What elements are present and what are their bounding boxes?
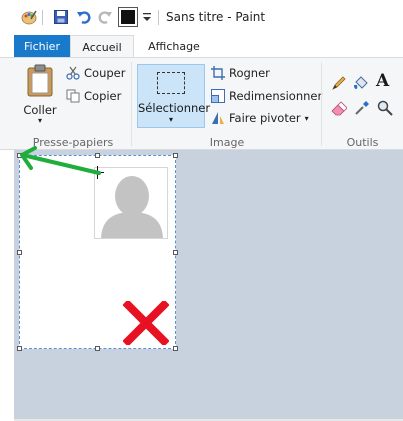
ribbon-separator [321,62,322,146]
rotate-label: Faire pivoter [229,111,301,125]
quick-access-separator [42,10,43,25]
rotate-button[interactable]: Faire pivoter ▾ [211,111,309,125]
customize-dropdown-icon[interactable] [141,8,153,26]
scissors-icon [66,66,80,80]
crop-label: Rogner [229,66,270,80]
clipboard-icon [27,64,53,97]
select-label: Sélectionner [138,101,211,115]
undo-icon[interactable] [75,8,93,26]
ribbon-tabs: Fichier Accueil Affichage [0,35,403,59]
paste-label: Coller [23,103,57,117]
fill-icon[interactable] [353,75,369,91]
cut-button[interactable]: Couper [66,66,125,80]
copy-button[interactable]: Copier [66,89,121,103]
cut-label: Couper [84,66,126,80]
color-picker-icon[interactable] [354,100,370,116]
resize-label: Redimensionner [229,89,323,103]
select-button[interactable]: Sélectionner ▾ [137,64,211,128]
text-icon[interactable]: A [376,71,396,91]
title-bar: Sans titre - Paint [0,0,403,35]
workspace-left-edge [0,150,14,421]
image-group-label: Image [209,136,245,149]
copy-icon [66,89,80,103]
ribbon: Coller ▾ Couper Copier Presse-papiers Sé… [0,57,403,150]
paint-app-icon[interactable] [20,8,38,26]
resize-handle-bottom-right[interactable] [173,346,178,351]
resize-handle-bottom[interactable] [95,346,100,351]
ribbon-separator [131,62,132,146]
tab-fichier[interactable]: Fichier [14,35,70,58]
magnifier-icon[interactable] [377,100,393,116]
tools-group-label: Outils [346,136,379,149]
selection-rect-icon [157,72,185,94]
window-title: Sans titre - Paint [166,10,266,24]
tab-affichage[interactable]: Affichage [134,35,214,58]
paste-button[interactable]: Coller ▾ [20,64,60,128]
resize-handle-top-right[interactable] [173,153,178,158]
tab-accueil[interactable]: Accueil [70,35,134,59]
crop-button[interactable]: Rogner [211,66,270,80]
eraser-icon[interactable] [331,100,348,116]
paste-dropdown-icon[interactable]: ▾ [20,117,60,125]
selection-border [19,155,176,349]
crop-icon [211,66,225,80]
resize-handle-right[interactable] [173,250,178,255]
rotate-dropdown-icon[interactable]: ▾ [305,114,309,123]
resize-handle-left[interactable] [17,250,22,255]
redo-icon[interactable] [96,8,114,26]
select-dropdown-icon[interactable]: ▾ [138,115,204,124]
title-separator [158,10,159,25]
pencil-icon[interactable] [331,75,347,91]
resize-icon [211,89,225,103]
save-icon[interactable] [52,8,70,26]
green-arrow-icon [15,146,105,182]
rotate-icon [212,112,224,124]
copy-label: Copier [84,89,122,103]
resize-handle-bottom-left[interactable] [17,346,22,351]
resize-button[interactable]: Redimensionner [211,89,322,103]
color-swatch-icon[interactable] [118,7,138,27]
